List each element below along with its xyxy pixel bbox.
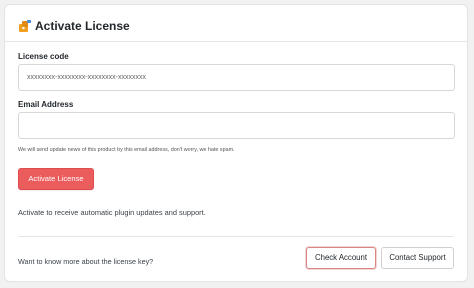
email-field[interactable]	[18, 112, 455, 139]
license-info-text: Want to know more about the license key?	[18, 257, 154, 266]
license-code-label: License code	[18, 52, 69, 61]
footer-divider	[18, 236, 454, 237]
card-header: Activate License	[5, 5, 467, 42]
activate-license-button[interactable]: Activate License	[18, 168, 94, 190]
key-icon	[18, 19, 32, 33]
card-title: Activate License	[35, 19, 130, 33]
email-address-label: Email Address	[18, 100, 74, 109]
contact-support-button[interactable]: Contact Support	[381, 247, 454, 269]
check-account-button[interactable]: Check Account	[306, 247, 376, 269]
email-help-text: We will send update news of this product…	[18, 147, 235, 153]
activate-license-card: Activate License License code Email Addr…	[4, 4, 468, 282]
activation-note: Activate to receive automatic plugin upd…	[18, 208, 206, 217]
license-code-input[interactable]	[18, 64, 455, 91]
